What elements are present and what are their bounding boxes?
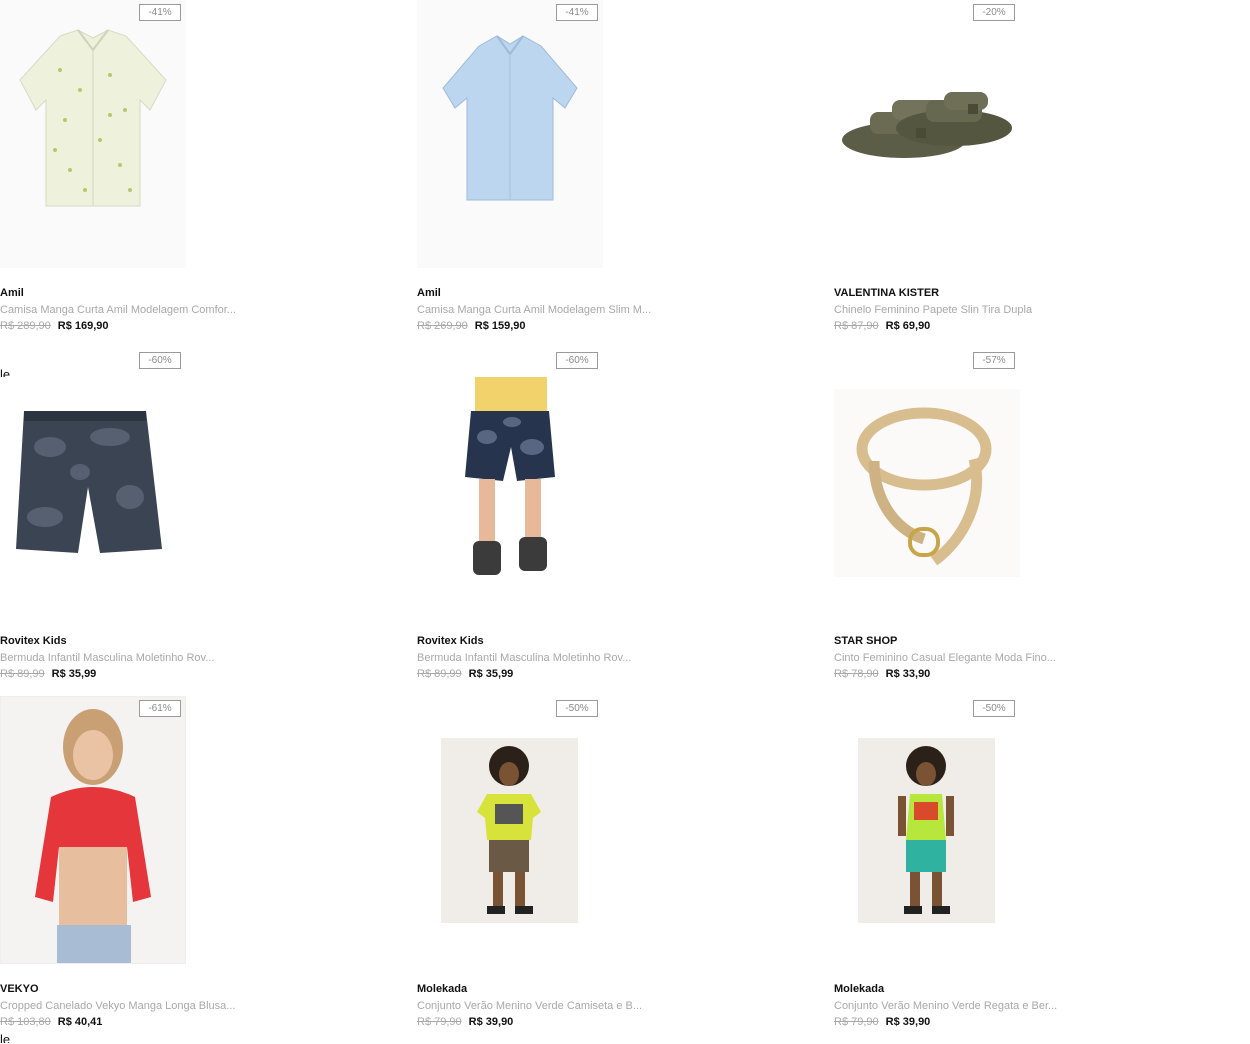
price-row: R$ 89,99 R$ 35,99 [0,668,96,680]
product-image[interactable] [417,377,603,616]
product-title[interactable]: Bermuda Infantil Masculina Moletinho Rov… [417,652,631,664]
child-shorts-icon [417,377,603,616]
sale-price: R$ 39,90 [468,1016,514,1028]
sale-price: R$ 35,99 [468,668,514,680]
product-brand[interactable]: Amil [0,287,24,299]
boy-tank-icon [858,738,995,923]
product-title[interactable]: Bermuda Infantil Masculina Moletinho Rov… [0,652,214,664]
discount-badge: -50% [973,700,1015,717]
discount-badge: -60% [139,352,181,369]
product-brand[interactable]: Amil [417,287,441,299]
product-card[interactable]: -60% Rovitex Kids Bermuda Infantil Mascu… [417,348,797,696]
product-title[interactable]: Conjunto Verão Menino Verde Camiseta e B… [417,1000,642,1012]
blue-shirt-icon [417,0,603,268]
sale-price: R$ 159,90 [474,320,526,332]
product-image[interactable] [858,738,995,923]
product-image[interactable] [834,389,1020,577]
product-image[interactable] [0,0,186,268]
product-brand[interactable]: Molekada [834,983,884,995]
discount-badge: -20% [973,4,1015,21]
product-card[interactable]: -41% Amil Camisa Manga Curta Amil Modela… [0,0,380,348]
product-image[interactable] [0,377,186,616]
product-grid: -41% Amil Camisa Manga Curta Amil Modela… [0,0,1250,1043]
product-card[interactable]: -50% Molekada Conjunto Verão Menino Verd… [834,696,1214,1044]
sale-price: R$ 35,99 [51,668,97,680]
sale-price: R$ 33,90 [885,668,931,680]
product-image[interactable] [834,0,1020,268]
original-price: R$ 103,80 [0,1016,51,1028]
model-red-top-icon [1,697,185,963]
product-brand[interactable]: STAR SHOP [834,635,897,647]
discount-badge: -41% [139,4,181,21]
sale-price: R$ 169,90 [57,320,109,332]
original-price: R$ 87,90 [834,320,879,332]
product-card[interactable]: -61% VEKYO Cropped Canelado Vekyo Manga … [0,696,380,1044]
discount-badge: -41% [556,4,598,21]
price-row: R$ 78,90 R$ 33,90 [834,668,930,680]
belt-icon [834,389,1020,577]
sale-price: R$ 69,90 [885,320,931,332]
tie-dye-shorts-icon [0,377,186,616]
product-card[interactable]: -57% STAR SHOP Cinto Feminino Casual Ele… [834,348,1214,696]
product-brand[interactable]: Rovitex Kids [0,635,67,647]
original-price: R$ 89,99 [417,668,462,680]
product-title[interactable]: Camisa Manga Curta Amil Modelagem Slim M… [417,304,651,316]
product-title[interactable]: Chinelo Feminino Papete Slin Tira Dupla [834,304,1032,316]
product-image[interactable] [417,0,603,268]
product-image[interactable] [0,696,186,964]
product-title[interactable]: Cropped Canelado Vekyo Manga Longa Blusa… [0,1000,235,1012]
discount-badge: -57% [973,352,1015,369]
original-price: R$ 79,90 [417,1016,462,1028]
original-price: R$ 89,99 [0,668,45,680]
boy-tshirt-icon [441,738,578,923]
product-card[interactable]: -20% VALENTINA KISTER Chinelo Feminino P… [834,0,1214,348]
product-brand[interactable]: Rovitex Kids [417,635,484,647]
product-brand[interactable]: VEKYO [0,983,39,995]
price-row: R$ 103,80 R$ 40,41 [0,1016,102,1028]
original-price: R$ 269,90 [417,320,468,332]
sale-price: R$ 39,90 [885,1016,931,1028]
original-price: R$ 78,90 [834,668,879,680]
price-row: R$ 79,90 R$ 39,90 [834,1016,930,1028]
sandals-icon [834,0,1020,268]
product-title[interactable]: Camisa Manga Curta Amil Modelagem Comfor… [0,304,236,316]
original-price: R$ 79,90 [834,1016,879,1028]
original-price: R$ 289,90 [0,320,51,332]
product-image[interactable] [441,738,578,923]
price-row: R$ 79,90 R$ 39,90 [417,1016,513,1028]
discount-badge: -50% [556,700,598,717]
price-row: R$ 269,90 R$ 159,90 [417,320,526,332]
sale-price: R$ 40,41 [57,1016,103,1028]
printed-shirt-icon [0,0,186,268]
stray-text: le [0,1034,11,1043]
price-row: R$ 89,99 R$ 35,99 [417,668,513,680]
product-title[interactable]: Conjunto Verão Menino Verde Regata e Ber… [834,1000,1057,1012]
product-card[interactable]: -60% Rovitex Kids Bermuda Infantil Mascu… [0,348,380,696]
product-brand[interactable]: VALENTINA KISTER [834,287,939,299]
product-brand[interactable]: Molekada [417,983,467,995]
discount-badge: -61% [139,700,181,717]
product-card[interactable]: -50% Molekada Conjunto Verão Menino Verd… [417,696,797,1044]
discount-badge: -60% [556,352,598,369]
product-title[interactable]: Cinto Feminino Casual Elegante Moda Fino… [834,652,1056,664]
price-row: R$ 289,90 R$ 169,90 [0,320,109,332]
product-card[interactable]: -41% Amil Camisa Manga Curta Amil Modela… [417,0,797,348]
price-row: R$ 87,90 R$ 69,90 [834,320,930,332]
